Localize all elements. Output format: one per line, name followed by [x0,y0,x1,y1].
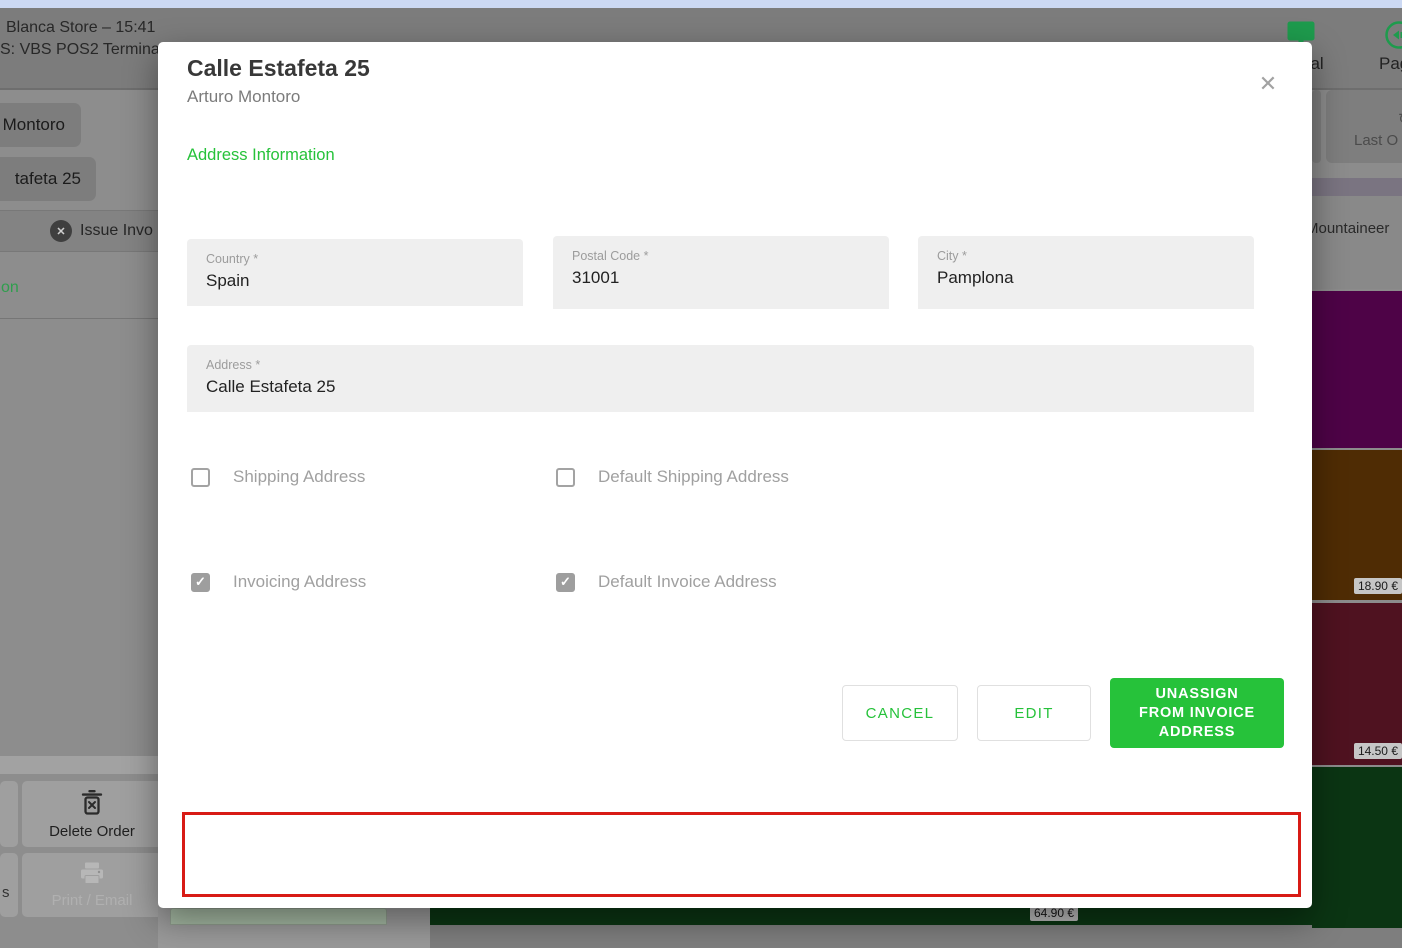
section-heading: Address Information [187,146,335,165]
product-tile-mountaineer[interactable]: Mountaineer [1312,196,1402,289]
postal-code-value: 31001 [572,268,889,288]
price-badge: 14.50 € [1354,743,1402,759]
checkbox-label: Shipping Address [233,467,365,487]
unassign-line: ADDRESS [1159,723,1236,742]
refresh-icon: ↻ [1398,110,1402,128]
unassign-line: FROM INVOICE [1139,704,1255,723]
product-label: Mountaineer [1312,220,1389,237]
checkbox-label: Default Invoice Address [598,572,777,592]
country-label: Country * [206,252,523,266]
hidden-action-button-top[interactable] [170,908,387,925]
address-field[interactable]: Address * Calle Estafeta 25 [187,345,1254,412]
cancel-button[interactable]: CANCEL [842,685,958,741]
issue-invoice-button[interactable]: ✕ Issue Invo [0,210,158,252]
edit-button[interactable]: EDIT [977,685,1091,741]
delete-order-button[interactable]: Delete Order [22,781,158,847]
last-order-tile[interactable]: ↻ Last O [1326,90,1402,163]
postal-code-field[interactable]: Postal Code * 31001 [553,236,889,309]
issue-invoice-label: Issue Invo [80,222,153,240]
city-label: City * [937,249,1254,263]
terminal-name: S: VBS POS2 Terminal [0,41,163,59]
payment-caption: Pag [1379,54,1402,74]
delete-trash-icon [80,789,104,819]
pos-app-screen: Blanca Store – 15:41 S: VBS POS2 Termina… [0,0,1402,948]
clipped-tile[interactable] [1312,90,1321,163]
product-tile-purple[interactable] [1312,291,1402,448]
shipping-address-checkbox[interactable]: Shipping Address [191,467,365,487]
panel-divider [0,318,158,319]
default-shipping-address-checkbox[interactable]: Default Shipping Address [556,467,789,487]
dialog-subtitle: Arturo Montoro [187,87,300,107]
store-title: Blanca Store – 15:41 [6,19,155,37]
price-badge: 18.90 € [1354,578,1402,594]
invoicing-address-checkbox[interactable]: ✓ Invoicing Address [191,572,366,592]
checkbox-unchecked-icon [191,468,210,487]
checkbox-label: Invoicing Address [233,572,366,592]
city-value: Pamplona [937,268,1254,288]
product-tile-brown[interactable]: 18.90 € [1312,450,1402,600]
default-invoice-address-checkbox[interactable]: ✓ Default Invoice Address [556,572,777,592]
close-icon[interactable]: ✕ [1252,68,1284,100]
postal-code-label: Postal Code * [572,249,889,263]
print-email-label: Print / Email [52,892,133,909]
address-label: Address * [206,358,1254,372]
printer-icon [79,862,105,888]
delete-order-label: Delete Order [49,823,135,840]
last-order-label: Last O [1354,132,1398,149]
address-dialog: Calle Estafeta 25 Arturo Montoro ✕ Addre… [158,42,1312,908]
browser-chrome-strip [0,0,1402,8]
product-tile-green[interactable] [1312,767,1402,928]
order-left-panel: Montoro tafeta 25 ✕ Issue Invo on Delete… [0,90,158,948]
payment-icon[interactable] [1384,20,1402,55]
highlight-annotation-box [182,812,1301,897]
cancel-circle-icon: ✕ [50,220,72,242]
checkbox-checked-icon: ✓ [556,573,575,592]
address-chip[interactable]: tafeta 25 [0,157,96,201]
country-field[interactable]: Country * Spain [187,239,523,306]
footer-divider-strip [0,756,158,774]
product-grid-panel: ↻ Last O Mountaineer 18.90 € 14.50 € [1312,90,1402,948]
unassign-line: UNASSIGN [1156,685,1239,704]
category-band [1312,178,1402,196]
clipped-label-fragment: s [2,884,10,901]
print-email-button[interactable]: Print / Email [22,853,158,917]
green-text-fragment: on [1,279,19,297]
customer-chip[interactable]: Montoro [0,103,81,147]
address-value: Calle Estafeta 25 [206,377,1254,397]
panel-bottom-bar [1312,928,1402,948]
unassign-from-invoice-address-button[interactable]: UNASSIGN FROM INVOICE ADDRESS [1110,678,1284,748]
checkbox-checked-icon: ✓ [191,573,210,592]
country-value: Spain [206,271,523,291]
city-field[interactable]: City * Pamplona [918,236,1254,309]
checkbox-unchecked-icon [556,468,575,487]
product-tile-maroon[interactable]: 14.50 € [1312,603,1402,765]
bottom-gray-bar [430,925,1402,948]
checkbox-label: Default Shipping Address [598,467,789,487]
dialog-title: Calle Estafeta 25 [187,55,370,82]
left-edge-button-1[interactable] [0,781,18,847]
